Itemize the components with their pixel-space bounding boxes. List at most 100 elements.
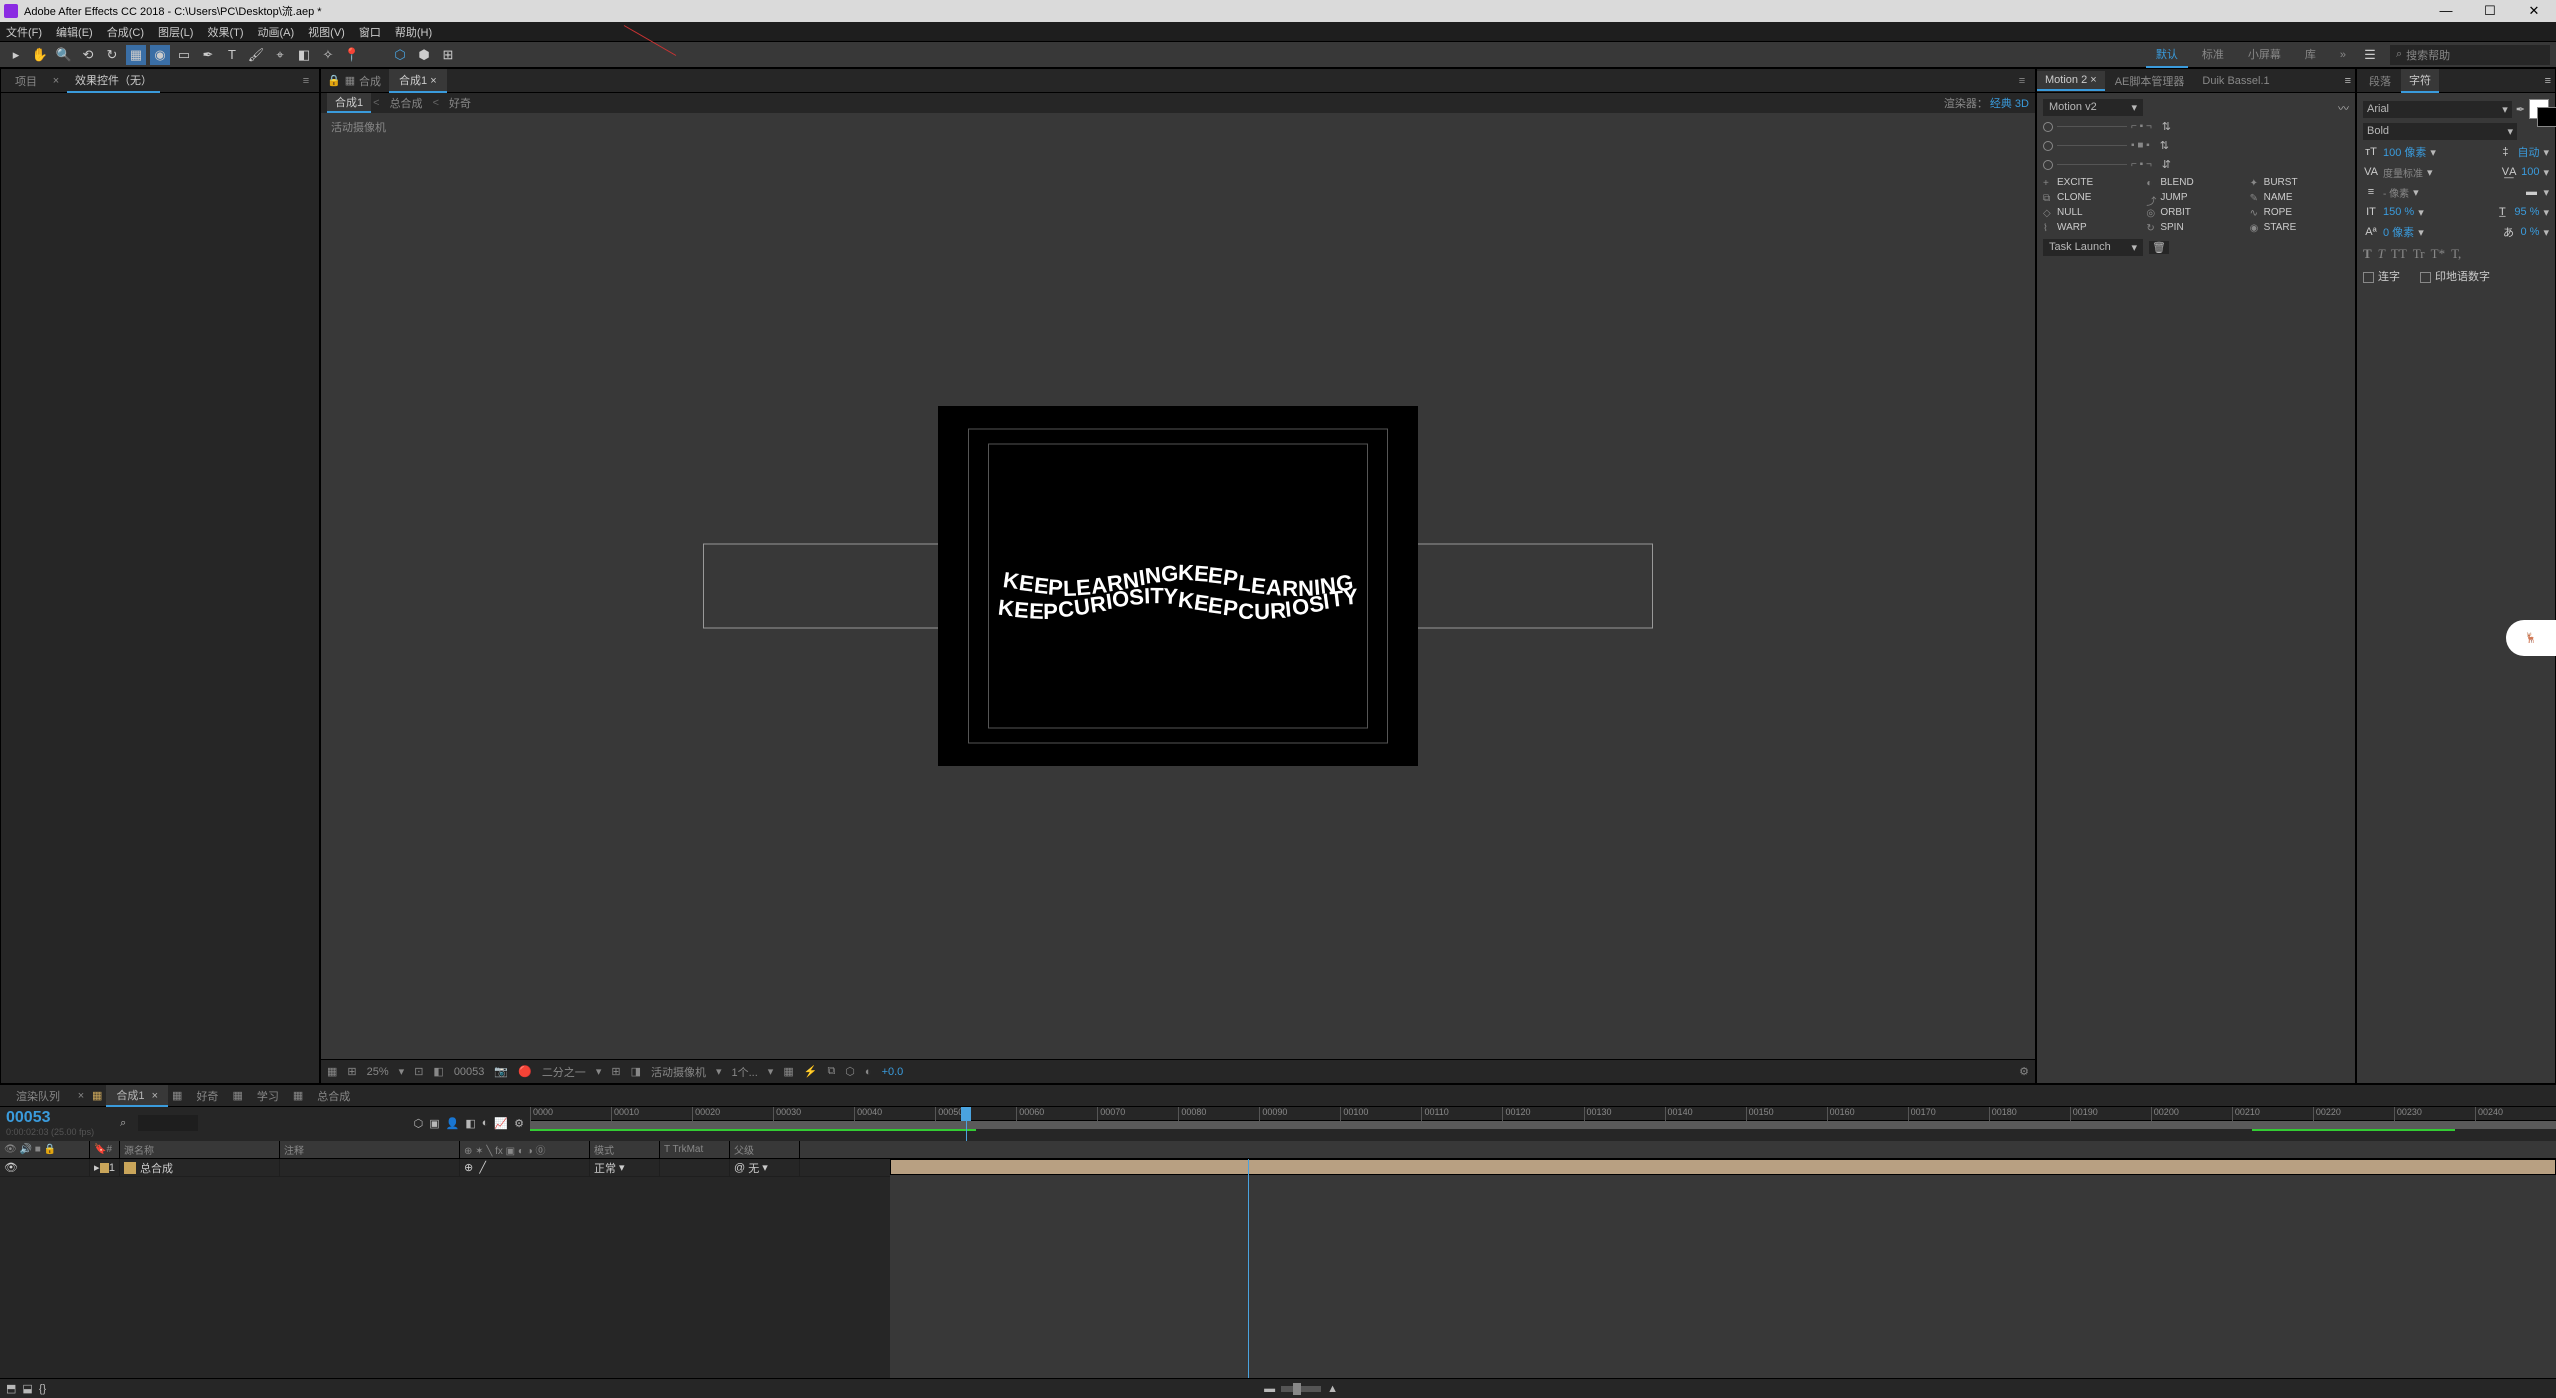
eraser-tool-icon[interactable]: ◧	[294, 45, 314, 65]
layer-row[interactable]: 👁 ▸ 1 总合成 ⊕ ╱ 正常 ▾ @ 无 ▾	[0, 1159, 890, 1177]
task-launch-dd[interactable]: Task Launch▾	[2043, 239, 2143, 256]
motion2-excite[interactable]: +EXCITE	[2043, 177, 2142, 188]
minimize-button[interactable]: —	[2424, 0, 2468, 22]
trash-icon[interactable]: 🗑	[2149, 241, 2169, 254]
subscript[interactable]: T,	[2451, 246, 2461, 262]
current-frame[interactable]: 00053	[454, 1066, 485, 1078]
panel-menu-icon[interactable]: ☰	[2360, 45, 2380, 65]
roi-icon[interactable]: ◧	[433, 1065, 443, 1078]
motion2-version-dd[interactable]: Motion v2▾	[2043, 99, 2143, 116]
flowchart-icon[interactable]: ⬡	[845, 1065, 855, 1078]
time-ruler[interactable]: 0000000100002000030000400005000060000700…	[530, 1107, 2556, 1141]
motion2-name[interactable]: ✎NAME	[2250, 192, 2349, 203]
timeline-icon[interactable]: ⧉	[827, 1065, 835, 1078]
menu-file[interactable]: 文件(F)	[6, 24, 42, 40]
menu-edit[interactable]: 编辑(E)	[56, 24, 93, 40]
hand-tool-icon[interactable]: ✋	[30, 45, 50, 65]
resolution-dropdown[interactable]: 二分之一	[542, 1064, 586, 1080]
fast-preview-icon[interactable]: ⚡	[804, 1065, 818, 1078]
comp-mini-flow-icon[interactable]: ⬡	[414, 1117, 424, 1130]
current-time-indicator[interactable]	[966, 1107, 967, 1141]
layer-name[interactable]: 总合成	[140, 1160, 173, 1176]
flowchart-gp[interactable]: 好奇	[441, 94, 479, 112]
pan-behind-tool-icon[interactable]: ◉	[150, 45, 170, 65]
search-icon[interactable]: ⌕	[120, 1117, 126, 1130]
eye-column-icon[interactable]: 👁	[4, 1144, 17, 1155]
motion2-jump[interactable]: ⤴JUMP	[2146, 192, 2245, 203]
fit-icon[interactable]: ⊡	[414, 1065, 423, 1078]
eye-icon[interactable]: 👁	[4, 1161, 18, 1174]
rectangle-tool-icon[interactable]: ▭	[174, 45, 194, 65]
timeline-search-input[interactable]	[138, 1115, 198, 1131]
mode-header[interactable]: 模式	[590, 1141, 660, 1158]
eyedropper-icon[interactable]: ✒	[2516, 103, 2525, 116]
brainstorm-icon[interactable]: ⚙	[514, 1117, 524, 1130]
small-caps[interactable]: Tr	[2413, 246, 2425, 262]
panel-menu-icon[interactable]: ≡	[2545, 75, 2551, 87]
snapshot-icon[interactable]: 📷	[494, 1065, 508, 1078]
hindi-digits-checkbox[interactable]: 印地语数字	[2420, 268, 2490, 284]
3d-view-icon[interactable]: ◨	[631, 1065, 641, 1078]
tab-project[interactable]: 项目	[7, 70, 45, 92]
motion2-clone[interactable]: ⧉CLONE	[2043, 192, 2142, 203]
work-area-bar[interactable]	[530, 1121, 2556, 1129]
ligatures-checkbox[interactable]: 连字	[2363, 268, 2400, 284]
panel-menu-icon[interactable]: ≡	[299, 75, 313, 87]
motion2-blend[interactable]: ◐BLEND	[2146, 177, 2245, 188]
maximize-button[interactable]: ☐	[2468, 0, 2512, 22]
zoom-level[interactable]: 25%	[367, 1066, 389, 1078]
draft3d-icon[interactable]: ▣	[429, 1117, 439, 1130]
baseline-value[interactable]: 0 像素	[2383, 224, 2414, 240]
hide-shy-icon[interactable]: 👤	[446, 1117, 460, 1130]
motion2-slider-1[interactable]: ⌐ ▪ ¬⇅	[2043, 120, 2349, 133]
menu-window[interactable]: 窗口	[359, 24, 381, 40]
selection-tool-icon[interactable]: ▸	[6, 45, 26, 65]
workspace-more[interactable]: »	[2330, 42, 2356, 68]
comp-tab-1[interactable]: 合成1 ×	[389, 69, 447, 93]
roto-tool-icon[interactable]: ✧	[318, 45, 338, 65]
brush-tool-icon[interactable]: 🖌	[246, 45, 266, 65]
layer-comment[interactable]	[280, 1159, 460, 1176]
tab-script-manager[interactable]: AE脚本管理器	[2107, 70, 2193, 92]
motion2-null[interactable]: ◇NULL	[2043, 207, 2142, 218]
motion2-warp[interactable]: ⌇WARP	[2043, 222, 2142, 233]
lock-column-icon[interactable]: 🔒	[44, 1144, 56, 1155]
pen-tool-icon[interactable]: ✒	[198, 45, 218, 65]
tsume-value[interactable]: 0 %	[2521, 226, 2540, 238]
faux-bold[interactable]: T	[2363, 246, 2372, 262]
menu-layer[interactable]: 图层(L)	[158, 24, 193, 40]
composition-viewer[interactable]: 活动摄像机 KEEP LEARNING KEEP LEARNING KEEP C…	[321, 113, 2035, 1059]
frame-blend-icon[interactable]: ◧	[465, 1117, 475, 1130]
zoom-slider[interactable]	[1281, 1386, 1321, 1392]
toggle-modes-icon[interactable]: ⬓	[22, 1382, 32, 1395]
rotation-tool-icon[interactable]: ↻	[102, 45, 122, 65]
motion2-spin[interactable]: ↻SPIN	[2146, 222, 2245, 233]
workspace-standard[interactable]: 标准	[2192, 42, 2234, 68]
motion2-slider-3[interactable]: ⌐ ▪ ¬⇵	[2043, 158, 2349, 171]
motion2-burst[interactable]: ✦BURST	[2250, 177, 2349, 188]
gear-icon[interactable]: ⚙	[2019, 1065, 2029, 1078]
name-header[interactable]: 源名称	[120, 1141, 280, 1158]
tl-tab-master[interactable]: 总合成	[307, 1086, 360, 1106]
clone-tool-icon[interactable]: ⌖	[270, 45, 290, 65]
exposure-value[interactable]: +0.0	[882, 1066, 904, 1078]
menu-composition[interactable]: 合成(C)	[107, 24, 144, 40]
zoom-tool-icon[interactable]: 🔍	[54, 45, 74, 65]
motion2-stare[interactable]: ◉STARE	[2250, 222, 2349, 233]
trkmat-dd[interactable]	[660, 1159, 730, 1176]
label-color[interactable]	[100, 1163, 109, 1173]
pixel-aspect-icon[interactable]: ▦	[783, 1065, 793, 1078]
motion2-orbit[interactable]: ◎ORBIT	[2146, 207, 2245, 218]
transparency-icon[interactable]: ⊞	[611, 1065, 620, 1078]
close-button[interactable]: ✕	[2512, 0, 2556, 22]
toggle-switches-icon[interactable]: ⬒	[6, 1382, 16, 1395]
tab-effect-controls[interactable]: 效果控件（无）	[67, 69, 160, 93]
all-caps[interactable]: TT	[2391, 246, 2407, 262]
tab-character[interactable]: 字符	[2401, 69, 2439, 93]
snap2-icon[interactable]: ⬢	[414, 45, 434, 65]
tl-tab-render-queue[interactable]: 渲染队列	[6, 1086, 70, 1106]
tl-tab-comp1[interactable]: 合成1 ×	[106, 1085, 168, 1107]
views-count[interactable]: 1个...	[732, 1064, 758, 1080]
workspace-small[interactable]: 小屏幕	[2238, 42, 2291, 68]
floating-assistant-badge[interactable]: 🦌	[2506, 620, 2556, 656]
